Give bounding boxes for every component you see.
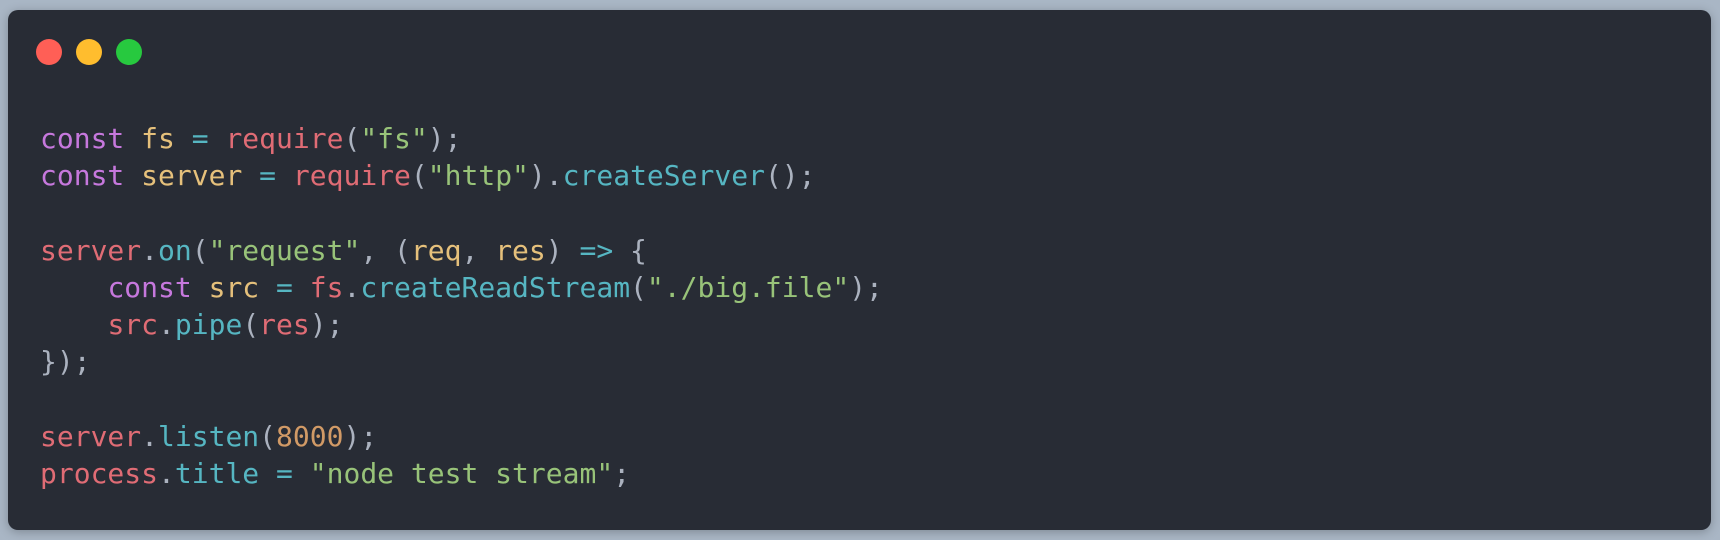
code-token: server (40, 419, 142, 453)
code-token: pipe (174, 307, 243, 341)
code-token: ( (242, 307, 260, 341)
code-token: = (259, 159, 277, 193)
code-token: = (191, 122, 209, 155)
code-token: "./big.file" (646, 270, 850, 304)
code-line: const src = fs.createReadStream("./big.f… (40, 269, 883, 306)
code-token: ); (849, 270, 883, 304)
code-line: }); (40, 343, 883, 380)
code-token: = (276, 270, 293, 304)
code-token: 8000 (276, 419, 344, 453)
code-block[interactable]: const fs = require("fs"); const server = … (40, 120, 883, 492)
close-icon[interactable] (36, 39, 62, 65)
code-token: = (276, 456, 293, 490)
code-token: src (107, 307, 159, 341)
code-token: ; (613, 456, 631, 490)
code-token: (); (764, 159, 816, 193)
code-token: const (107, 270, 192, 304)
code-token: ); (309, 307, 344, 341)
code-token: req (410, 233, 462, 267)
code-token: "fs" (360, 122, 428, 155)
code-token: res (259, 307, 310, 341)
code-token: server (141, 159, 243, 193)
maximize-icon[interactable] (116, 39, 142, 65)
code-token: "request" (208, 233, 361, 267)
code-token: "node test stream" (309, 456, 614, 490)
code-token: fs (309, 270, 344, 304)
code-token: . (343, 270, 361, 304)
code-token: , (461, 233, 496, 267)
code-token: require (225, 122, 344, 155)
code-token: ( (343, 122, 361, 155)
code-token: const (40, 122, 125, 155)
code-token: ( (630, 270, 647, 304)
code-token: . (158, 307, 175, 341)
code-token: listen (158, 419, 260, 453)
code-token: }); (40, 345, 91, 379)
code-token: fs (141, 122, 175, 155)
code-line: server.listen(8000); (40, 418, 883, 455)
code-token: res (495, 233, 546, 267)
code-line: server.on("request", (req, res) => { (40, 232, 883, 269)
code-line: process.title = "node test stream"; (40, 455, 883, 492)
code-token: . (141, 233, 159, 267)
code-token: ). (528, 159, 563, 193)
code-token: require (292, 159, 411, 193)
code-token: title (174, 456, 260, 490)
code-token: src (208, 270, 260, 304)
code-token: process (40, 456, 159, 490)
code-line: src.pipe(res); (40, 306, 883, 343)
code-token: ) (545, 233, 580, 267)
code-token: ( (410, 159, 428, 193)
code-token: ( (191, 233, 209, 267)
code-token: => (579, 233, 614, 267)
code-token: on (158, 233, 192, 267)
code-line: const server = require("http").createSer… (40, 157, 883, 194)
code-token: createServer (562, 159, 765, 193)
code-line: const fs = require("fs"); (40, 120, 883, 157)
code-window: const fs = require("fs"); const server = … (8, 10, 1711, 530)
code-token: { (613, 233, 647, 267)
code-token: createReadStream (360, 270, 631, 304)
code-token: , ( (360, 233, 411, 267)
code-token: server (40, 233, 142, 267)
code-token: "http" (427, 159, 529, 193)
code-token: . (141, 419, 159, 453)
minimize-icon[interactable] (76, 39, 102, 65)
code-token: const (40, 159, 125, 193)
code-token: ( (259, 419, 277, 453)
window-controls (36, 39, 142, 65)
code-token: . (158, 456, 175, 490)
code-token: ); (343, 419, 378, 453)
code-token: ); (427, 122, 462, 155)
